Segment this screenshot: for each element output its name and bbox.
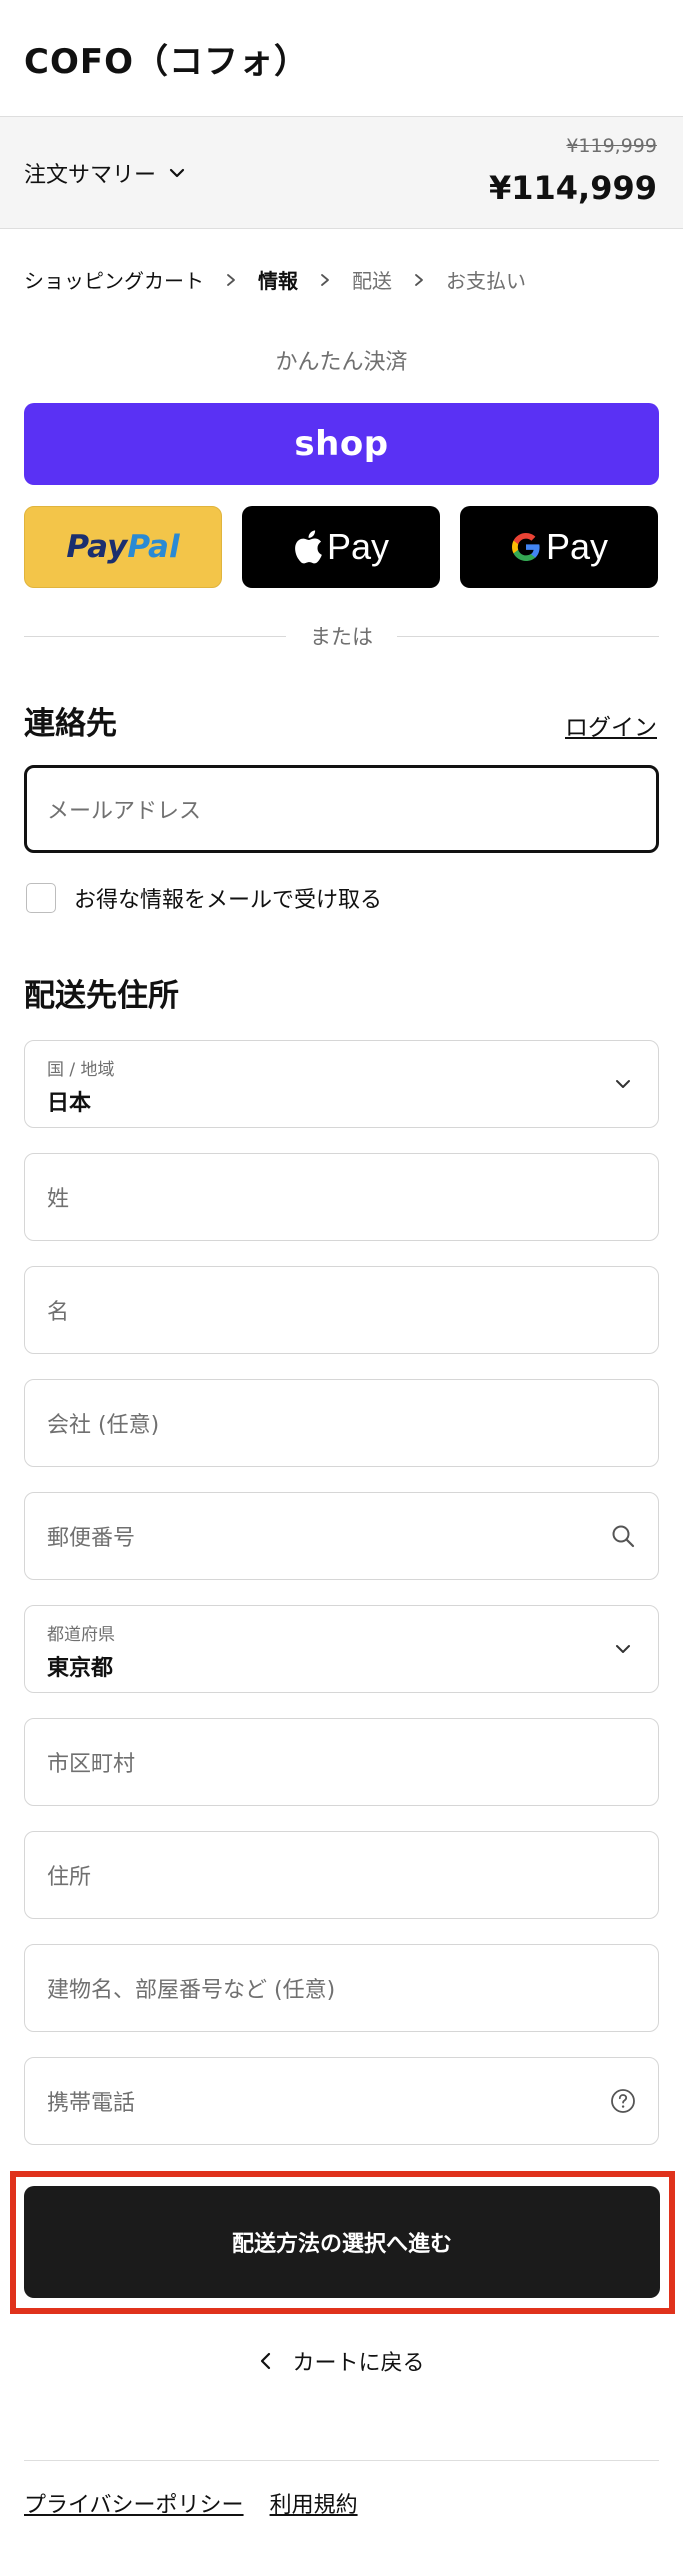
login-link[interactable]: ログイン bbox=[565, 708, 657, 742]
google-pay-button[interactable]: Pay bbox=[460, 506, 658, 588]
first-name-field[interactable]: 名 bbox=[24, 1266, 659, 1354]
breadcrumb-shipping: 配送 bbox=[352, 269, 392, 293]
google-pay-label: Pay bbox=[545, 526, 609, 567]
total-price: ¥114,999 bbox=[488, 169, 657, 207]
footer-divider bbox=[24, 2460, 659, 2461]
paypal-logo: PayPal bbox=[66, 529, 179, 565]
return-to-cart-label: カートに戻る bbox=[292, 2351, 425, 2376]
chevron-down-icon bbox=[616, 1645, 630, 1653]
express-checkout-title: かんたん決済 bbox=[275, 350, 408, 375]
apple-pay-button[interactable]: Pay bbox=[242, 506, 440, 588]
paypal-button[interactable]: PayPal bbox=[24, 506, 222, 588]
divider-line bbox=[24, 635, 286, 637]
shop-pay-logo: shop bbox=[294, 424, 389, 464]
footer-links: プライバシーポリシー 利用規約 bbox=[24, 2487, 358, 2519]
country-select[interactable]: 国 / 地域 日本 bbox=[24, 1040, 659, 1128]
last-name-field[interactable]: 姓 bbox=[24, 1153, 659, 1241]
company-placeholder: 会社 (任意) bbox=[47, 1413, 160, 1438]
chevron-right-icon bbox=[415, 273, 423, 286]
breadcrumb-payment: お支払い bbox=[446, 269, 526, 293]
divider-line bbox=[397, 635, 659, 637]
country-label: 国 / 地域 bbox=[47, 1060, 115, 1080]
phone-placeholder: 携帯電話 bbox=[47, 2091, 136, 2116]
or-divider-text: または bbox=[310, 625, 373, 649]
city-placeholder: 市区町村 bbox=[47, 1752, 136, 1777]
breadcrumb-cart[interactable]: ショッピングカート bbox=[24, 265, 204, 294]
or-divider: または bbox=[24, 618, 659, 654]
return-to-cart-link[interactable]: カートに戻る bbox=[0, 2345, 683, 2377]
newsletter-label: お得な情報をメールで受け取る bbox=[74, 888, 383, 913]
shop-pay-button[interactable]: shop bbox=[24, 403, 659, 485]
company-field[interactable]: 会社 (任意) bbox=[24, 1379, 659, 1467]
paypal-logo-part2: Pal bbox=[127, 529, 180, 565]
search-icon[interactable] bbox=[610, 1523, 636, 1549]
terms-link[interactable]: 利用規約 bbox=[270, 2487, 358, 2519]
order-summary-label: 注文サマリー bbox=[24, 163, 157, 188]
newsletter-checkbox[interactable] bbox=[26, 883, 56, 913]
address-field[interactable]: 住所 bbox=[24, 1831, 659, 1919]
postal-code-placeholder: 郵便番号 bbox=[47, 1526, 136, 1551]
shipping-address-heading: 配送先住所 bbox=[24, 978, 179, 1014]
email-field[interactable]: メールアドレス bbox=[24, 765, 659, 853]
address-placeholder: 住所 bbox=[47, 1865, 92, 1890]
country-value: 日本 bbox=[47, 1091, 92, 1116]
chevron-right-icon bbox=[227, 273, 235, 286]
help-icon[interactable] bbox=[610, 2088, 636, 2114]
breadcrumb: ショッピングカート 情報 配送 お支払い bbox=[24, 265, 526, 294]
contact-heading: 連絡先 bbox=[24, 706, 117, 742]
prefecture-value: 東京都 bbox=[47, 1656, 114, 1681]
privacy-policy-link[interactable]: プライバシーポリシー bbox=[24, 2487, 244, 2519]
continue-to-shipping-button[interactable]: 配送方法の選択へ進む bbox=[24, 2186, 660, 2298]
chevron-right-icon bbox=[321, 273, 329, 286]
chevron-down-icon bbox=[616, 1080, 630, 1088]
header: COFO（コフォ） bbox=[0, 0, 683, 117]
prefecture-label: 都道府県 bbox=[47, 1625, 115, 1645]
chevron-down-icon bbox=[169, 168, 185, 178]
building-placeholder: 建物名、部屋番号など (任意) bbox=[47, 1978, 336, 2003]
prefecture-select[interactable]: 都道府県 東京都 bbox=[24, 1605, 659, 1693]
postal-code-field[interactable]: 郵便番号 bbox=[24, 1492, 659, 1580]
chevron-left-icon bbox=[261, 2352, 271, 2370]
phone-field[interactable]: 携帯電話 bbox=[24, 2057, 659, 2145]
order-summary-bar[interactable]: 注文サマリー ¥119,999 ¥114,999 bbox=[0, 117, 683, 229]
compare-at-price: ¥119,999 bbox=[566, 135, 657, 157]
store-title[interactable]: COFO（コフォ） bbox=[24, 34, 309, 83]
breadcrumb-information: 情報 bbox=[258, 269, 298, 293]
city-field[interactable]: 市区町村 bbox=[24, 1718, 659, 1806]
building-field[interactable]: 建物名、部屋番号など (任意) bbox=[24, 1944, 659, 2032]
newsletter-option[interactable]: お得な情報をメールで受け取る bbox=[26, 882, 382, 914]
continue-button-label: 配送方法の選択へ進む bbox=[231, 2232, 452, 2257]
google-g-icon bbox=[511, 533, 540, 561]
apple-pay-label: Pay bbox=[326, 526, 390, 567]
first-name-placeholder: 名 bbox=[47, 1300, 70, 1325]
last-name-placeholder: 姓 bbox=[47, 1187, 70, 1212]
apple-logo-icon bbox=[295, 530, 322, 564]
email-placeholder: メールアドレス bbox=[47, 799, 202, 824]
paypal-logo-part1: Pay bbox=[66, 529, 128, 565]
order-summary-toggle[interactable]: 注文サマリー bbox=[24, 157, 186, 189]
